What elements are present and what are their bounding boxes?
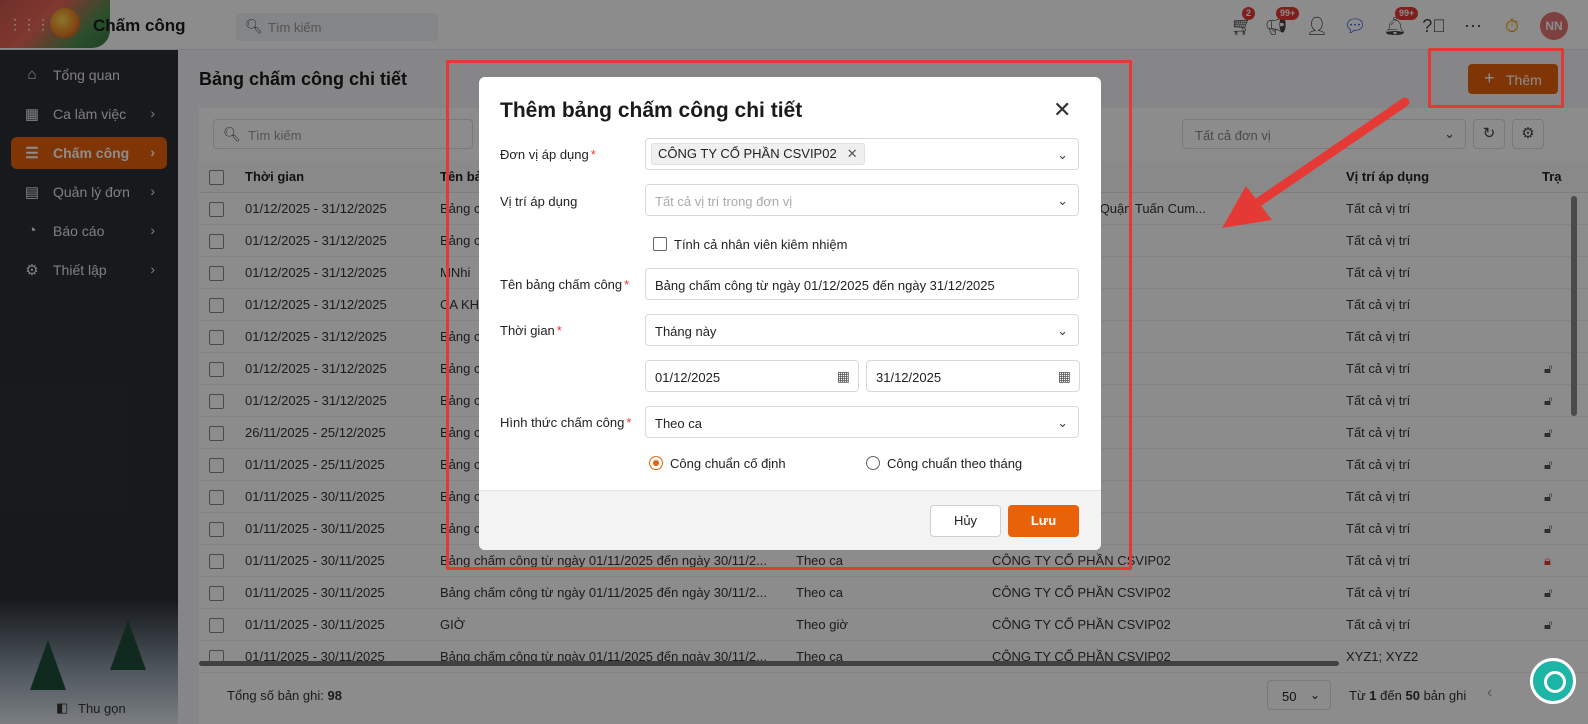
chatbot-button[interactable] [1530, 658, 1576, 704]
annotation-arrow [1222, 97, 1410, 228]
annotation-box-add [1428, 48, 1564, 108]
chat-bubble-icon [1544, 671, 1566, 693]
annotation-box-modal [446, 60, 1132, 570]
